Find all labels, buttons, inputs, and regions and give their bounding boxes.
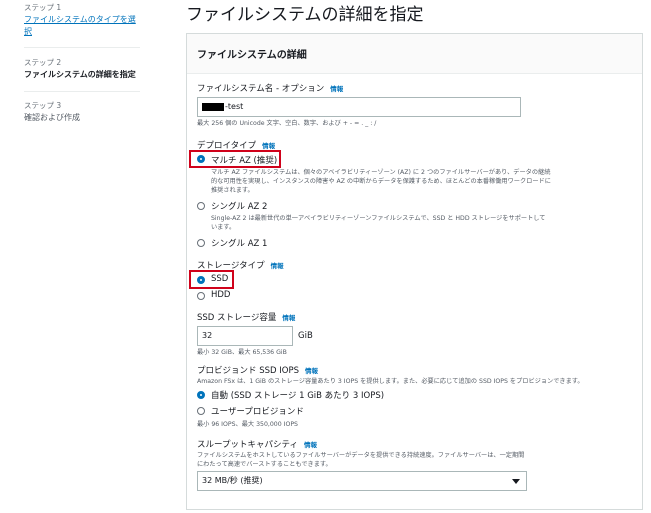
redacted-text xyxy=(202,102,224,111)
panel-header: ファイルシステムの詳細 xyxy=(187,34,642,74)
single-az2-radio[interactable] xyxy=(197,202,205,210)
fs-name-label: ファイルシステム名 - オプション 情報 xyxy=(197,82,343,94)
step-2-title: ファイルシステムの詳細を指定 xyxy=(24,70,136,79)
deploy-type-info-link[interactable]: 情報 xyxy=(262,142,275,150)
ssd-capacity-input[interactable]: 32 xyxy=(197,326,293,346)
blank-area xyxy=(0,362,186,513)
fs-name-label-text: ファイルシステム名 - オプション xyxy=(197,84,325,94)
chevron-down-icon[interactable] xyxy=(512,479,520,484)
hdd-label[interactable]: HDD xyxy=(211,290,230,300)
step-2: ステップ 2 ファイルシステムの詳細を指定 xyxy=(24,58,142,81)
ssd-capacity-label-text: SSD ストレージ容量 xyxy=(197,313,277,323)
iops-auto-label[interactable]: 自動 (SSD ストレージ 1 GiB あたり 3 IOPS) xyxy=(211,389,384,401)
ssd-capacity-unit: GiB xyxy=(298,331,313,341)
throughput-value: 32 MB/秒 (推奨) xyxy=(202,476,263,485)
iops-desc: Amazon FSx は、1 GiB のストレージ容量あたり 3 IOPS を提… xyxy=(197,378,584,385)
multi-az-radio[interactable] xyxy=(197,155,205,163)
iops-label-text: プロビジョンド SSD IOPS xyxy=(197,366,299,376)
fs-name-info-link[interactable]: 情報 xyxy=(330,85,343,93)
throughput-label: スループットキャパシティ 情報 xyxy=(197,438,317,450)
fs-name-value: -test xyxy=(225,102,244,111)
iops-info-link[interactable]: 情報 xyxy=(305,367,318,375)
step-divider xyxy=(24,91,140,92)
fs-name-hint: 最大 256 個の Unicode 文字、空白、数字、および + - = . _… xyxy=(197,120,377,127)
step-3-title: 確認および作成 xyxy=(24,113,80,122)
fs-name-input[interactable]: -test xyxy=(197,97,521,117)
panel-title: ファイルシステムの詳細 xyxy=(197,50,307,61)
page-title: ファイルシステムの詳細を指定 xyxy=(186,5,424,25)
iops-auto-radio[interactable] xyxy=(197,391,205,399)
throughput-info-link[interactable]: 情報 xyxy=(304,441,317,449)
single-az2-label[interactable]: シングル AZ 2 xyxy=(211,200,267,212)
step-2-label: ステップ 2 xyxy=(24,58,62,67)
ssd-capacity-label: SSD ストレージ容量 情報 xyxy=(197,311,295,323)
throughput-desc: ファイルシステムをホストしているファイルサーバーがデータを提供できる持続速度。フ… xyxy=(197,452,525,469)
single-az1-radio[interactable] xyxy=(197,239,205,247)
multi-az-desc: マルチ AZ ファイルシステムは、個々のアベイラビリティーゾーン (AZ) に … xyxy=(211,169,551,195)
step-1-label: ステップ 1 xyxy=(24,3,62,12)
step-divider xyxy=(24,47,140,48)
hdd-radio[interactable] xyxy=(197,292,205,300)
iops-label: プロビジョンド SSD IOPS 情報 xyxy=(197,364,318,376)
ssd-capacity-hint: 最小 32 GiB、最大 65,536 GiB xyxy=(197,349,287,356)
iops-user-label[interactable]: ユーザープロビジョンド xyxy=(211,405,304,417)
details-panel: ファイルシステムの詳細 ファイルシステム名 - オプション 情報 -test 最大… xyxy=(186,33,643,510)
storage-type-info-link[interactable]: 情報 xyxy=(271,262,284,270)
throughput-label-text: スループットキャパシティ xyxy=(197,440,298,450)
single-az1-label[interactable]: シングル AZ 1 xyxy=(211,237,267,249)
iops-user-radio[interactable] xyxy=(197,407,205,415)
step-3: ステップ 3 確認および作成 xyxy=(24,101,142,124)
ssd-radio[interactable] xyxy=(197,276,205,284)
multi-az-label[interactable]: マルチ AZ (推奨) xyxy=(211,154,277,166)
ssd-label[interactable]: SSD xyxy=(211,274,228,284)
iops-hint: 最小 96 IOPS、最大 350,000 IOPS xyxy=(197,421,298,428)
step-3-label: ステップ 3 xyxy=(24,101,62,110)
step-1: ステップ 1 ファイルシステムのタイプを選択 xyxy=(24,3,142,38)
single-az2-desc: Single-AZ 2 は最新世代の単一アベイラビリティーゾーンファイルシステム… xyxy=(211,215,546,232)
step-1-link[interactable]: ファイルシステムのタイプを選択 xyxy=(24,14,142,38)
throughput-select[interactable]: 32 MB/秒 (推奨) xyxy=(197,471,527,491)
ssd-capacity-info-link[interactable]: 情報 xyxy=(282,314,295,322)
